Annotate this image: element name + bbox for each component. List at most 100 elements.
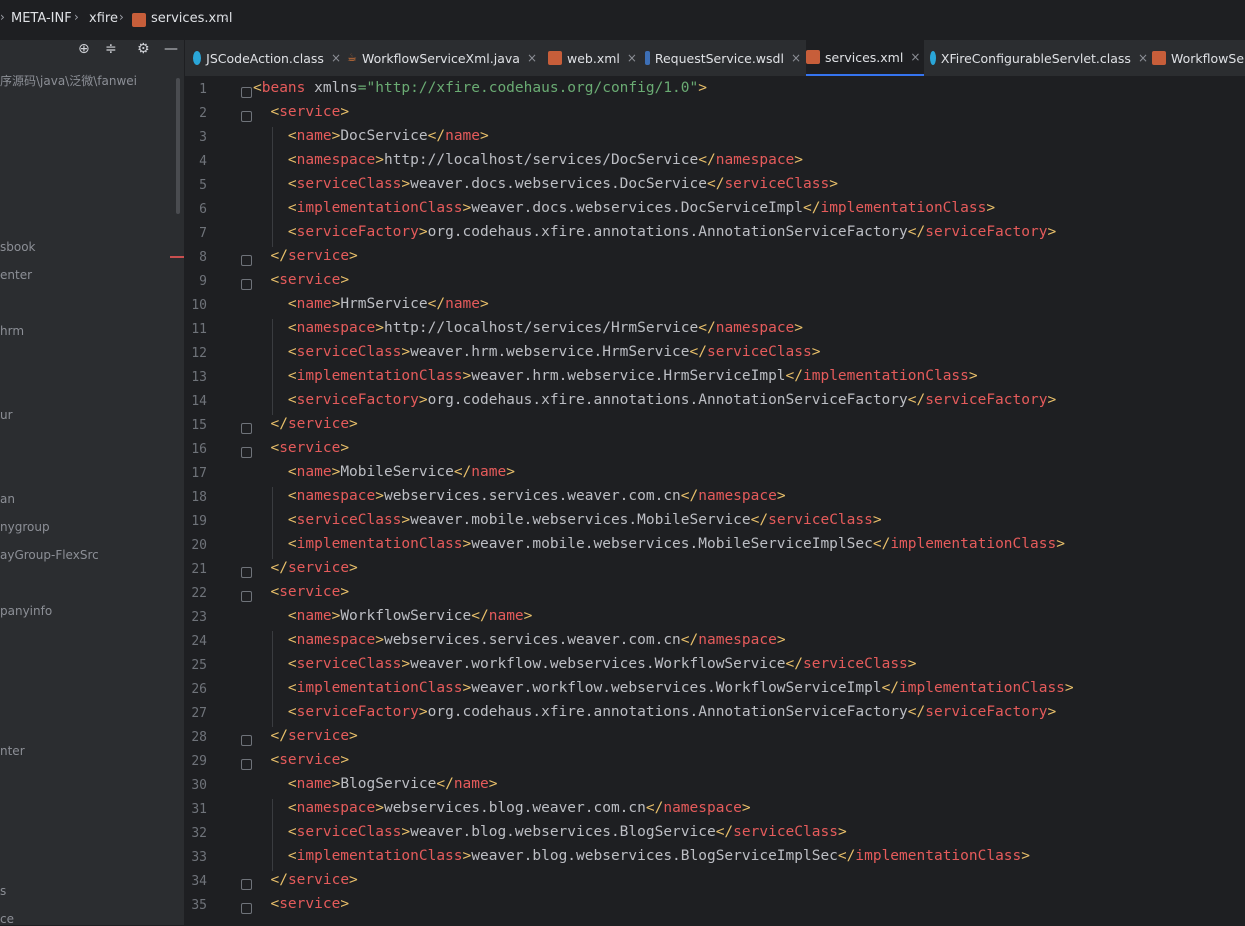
code-line[interactable]: <serviceClass>weaver.hrm.webservice.HrmS… [253, 344, 821, 360]
change-marker [170, 256, 184, 258]
code-line[interactable]: <implementationClass>weaver.hrm.webservi… [253, 368, 978, 384]
fold-marker-icon[interactable] [241, 279, 252, 290]
fold-marker-icon[interactable] [241, 591, 252, 602]
sidebar-tree-item[interactable]: sbook [0, 240, 36, 254]
xml-icon [806, 50, 820, 64]
close-icon[interactable]: × [527, 51, 537, 65]
sidebar-tree-item[interactable]: hrm [0, 324, 24, 338]
breadcrumb-services-xml[interactable]: services.xml [151, 11, 232, 26]
fold-marker-icon[interactable] [241, 567, 252, 578]
line-number: 15 [191, 418, 207, 433]
code-line[interactable]: <name>DocService</name> [253, 128, 489, 144]
code-line[interactable]: <serviceClass>weaver.blog.webservices.Bl… [253, 824, 847, 840]
crosshair-icon[interactable]: ⊕ [78, 41, 90, 57]
code-line[interactable]: </service> [253, 728, 357, 744]
sidebar-tree-item[interactable]: nter [0, 744, 25, 758]
code-line[interactable]: </service> [253, 416, 357, 432]
code-line[interactable]: </service> [253, 872, 357, 888]
wsdl-icon [645, 51, 650, 65]
sidebar-tree-item[interactable]: an [0, 492, 15, 506]
code-line[interactable]: <service> [253, 584, 349, 600]
code-line[interactable]: <serviceClass>weaver.workflow.webservice… [253, 656, 917, 672]
line-number: 24 [191, 634, 207, 649]
tab-xfireconfigurableservlet-class[interactable]: XFireConfigurableServlet.class × [930, 40, 1148, 76]
gear-icon[interactable]: ⚙ [137, 41, 150, 57]
line-number: 4 [199, 154, 207, 169]
code-line[interactable]: <namespace>webservices.blog.weaver.com.c… [253, 800, 751, 816]
line-number: 23 [191, 610, 207, 625]
code-line[interactable]: <namespace>webservices.services.weaver.c… [253, 488, 786, 504]
fold-marker-icon[interactable] [241, 255, 252, 266]
minimize-icon[interactable]: — [164, 41, 178, 57]
code-line[interactable]: <name>HrmService</name> [253, 296, 489, 312]
tab-workflowse[interactable]: WorkflowSe [1152, 40, 1245, 76]
code-line[interactable]: <serviceClass>weaver.docs.webservices.Do… [253, 176, 838, 192]
tab-jscodeaction-class[interactable]: JSCodeAction.class × [193, 40, 341, 76]
code-line[interactable]: <implementationClass>weaver.blog.webserv… [253, 848, 1030, 864]
line-number: 28 [191, 730, 207, 745]
code-editor[interactable]: 1 <beans xmlns="http://xfire.codehaus.org… [185, 77, 1245, 925]
chevron-right-icon: › [74, 10, 79, 24]
code-line[interactable]: <serviceFactory>org.codehaus.xfire.annot… [253, 704, 1056, 720]
sidebar-tree-item[interactable]: panyinfo [0, 604, 52, 618]
close-icon[interactable]: × [331, 51, 341, 65]
fold-marker-icon[interactable] [241, 735, 252, 746]
code-line[interactable]: <serviceFactory>org.codehaus.xfire.annot… [253, 224, 1056, 240]
line-number: 33 [191, 850, 207, 865]
code-line[interactable]: </service> [253, 248, 357, 264]
sidebar-tree-item[interactable]: ur [0, 408, 13, 422]
fold-marker-icon[interactable] [241, 447, 252, 458]
tab-requestservice-wsdl[interactable]: RequestService.wsdl × [645, 40, 801, 76]
sidebar-tree-item[interactable]: enter [0, 268, 32, 282]
breadcrumb-xfire[interactable]: xfire [89, 11, 118, 26]
code-line[interactable]: <serviceClass>weaver.mobile.webservices.… [253, 512, 882, 528]
sidebar-tree-item[interactable]: s [0, 884, 6, 898]
sidebar-tree-item[interactable]: ce [0, 912, 14, 926]
code-line[interactable]: <service> [253, 896, 349, 912]
tab-label: JSCodeAction.class [206, 50, 324, 66]
code-line[interactable]: <name>BlogService</name> [253, 776, 498, 792]
code-line[interactable]: <service> [253, 272, 349, 288]
tab-workflowservicexml-java[interactable]: ☕ WorkflowServiceXml.java × [347, 40, 537, 76]
code-line[interactable]: <serviceFactory>org.codehaus.xfire.annot… [253, 392, 1056, 408]
editor-tabs: JSCodeAction.class × ☕ WorkflowServiceXml.j… [185, 40, 1245, 77]
code-line[interactable]: <name>WorkflowService</name> [253, 608, 532, 624]
sidebar-scrollbar[interactable] [176, 78, 180, 214]
code-line[interactable]: <namespace>http://localhost/services/Doc… [253, 152, 803, 168]
close-icon[interactable]: × [1138, 51, 1148, 65]
fold-marker-icon[interactable] [241, 903, 252, 914]
fold-marker-icon[interactable] [241, 111, 252, 122]
close-icon[interactable]: × [791, 51, 801, 65]
tab-services-xml[interactable]: services.xml × [806, 40, 924, 76]
tab-web-xml[interactable]: web.xml × [548, 40, 640, 76]
code-line[interactable]: <service> [253, 104, 349, 120]
code-line[interactable]: <implementationClass>weaver.docs.webserv… [253, 200, 995, 216]
code-line[interactable]: <service> [253, 752, 349, 768]
line-number: 20 [191, 538, 207, 553]
breadcrumb-meta-inf[interactable]: META-INF [11, 11, 72, 26]
fold-marker-icon[interactable] [241, 87, 252, 98]
code-line[interactable]: <implementationClass>weaver.mobile.webse… [253, 536, 1065, 552]
sidebar-tree-item[interactable]: 序源码\java\泛微\fanwei [0, 72, 137, 89]
code-line[interactable]: <name>MobileService</name> [253, 464, 515, 480]
xml-icon [548, 51, 562, 65]
fold-marker-icon[interactable] [241, 759, 252, 770]
class-icon [930, 51, 936, 65]
collapse-all-icon[interactable]: ≑ [105, 41, 117, 57]
sidebar-tree-item[interactable]: nygroup [0, 520, 50, 534]
code-line[interactable]: <namespace>webservices.services.weaver.c… [253, 632, 786, 648]
code-line[interactable]: <implementationClass>weaver.workflow.web… [253, 680, 1074, 696]
fold-marker-icon[interactable] [241, 879, 252, 890]
line-number: 25 [191, 658, 207, 673]
code-line[interactable]: <beans xmlns="http://xfire.codehaus.org/… [253, 80, 707, 96]
code-line[interactable]: <namespace>http://localhost/services/Hrm… [253, 320, 803, 336]
close-icon[interactable]: × [910, 50, 920, 64]
code-line[interactable]: <service> [253, 440, 349, 456]
close-icon[interactable]: × [627, 51, 637, 65]
fold-marker-icon[interactable] [241, 423, 252, 434]
indent-guide [272, 799, 273, 871]
tab-label: XFireConfigurableServlet.class [940, 50, 1131, 66]
sidebar-tree-item[interactable]: ayGroup-FlexSrc [0, 548, 99, 562]
code-line[interactable]: </service> [253, 560, 357, 576]
line-number: 29 [191, 754, 207, 769]
